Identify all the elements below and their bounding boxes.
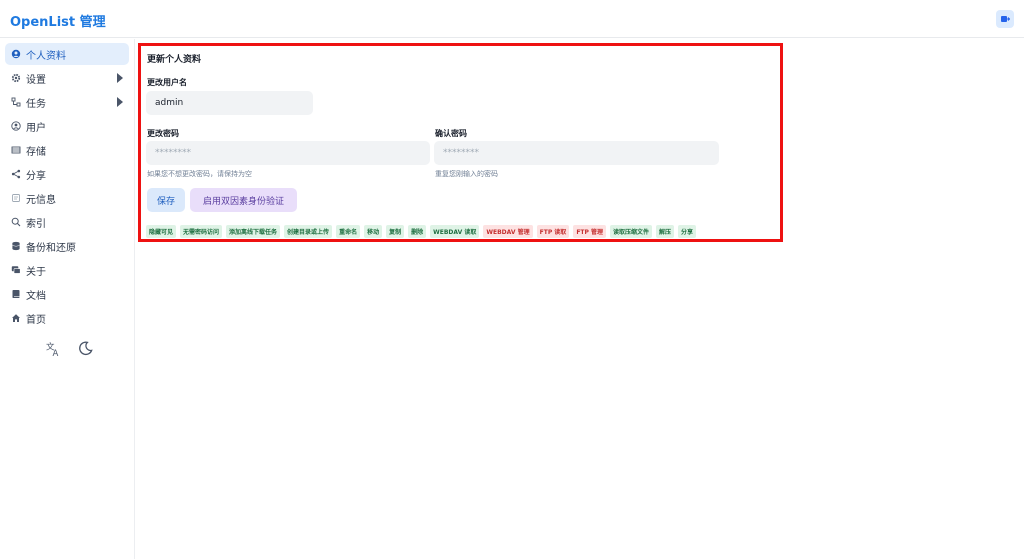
- sidebar-item-label: 任务: [26, 98, 46, 110]
- sidebar-item-storage[interactable]: 存储: [5, 139, 129, 161]
- sidebar-item-label: 设置: [26, 74, 46, 86]
- permission-tag: 解压: [656, 225, 675, 238]
- sidebar-item-users[interactable]: 用户: [5, 115, 129, 137]
- dark-mode-toggle-icon[interactable]: [76, 339, 94, 357]
- user-icon: [10, 121, 21, 132]
- password-label: 更改密码: [147, 129, 179, 138]
- user-circle-icon: [10, 49, 21, 60]
- expand-caret-icon[interactable]: [117, 97, 123, 107]
- sidebar-item-label: 备份和还原: [26, 242, 76, 254]
- sidebar-tools: 文A: [44, 339, 94, 357]
- permission-tag: WEBDAV 管理: [483, 225, 533, 238]
- sidebar-item-share[interactable]: 分享: [5, 163, 129, 185]
- top-bar: OpenList 管理: [0, 0, 1024, 38]
- sidebar-item-profile[interactable]: 个人资料: [5, 43, 129, 65]
- meta-icon: [10, 193, 21, 204]
- permission-tag: 删除: [408, 225, 427, 238]
- permission-tag: FTP 管理: [573, 225, 606, 238]
- sidebar-item-tasks[interactable]: 任务: [5, 91, 129, 113]
- permission-tag: 创建目录或上传: [284, 225, 333, 238]
- sidebar-item-backup[interactable]: 备份和还原: [5, 235, 129, 257]
- username-label: 更改用户名: [147, 78, 187, 87]
- permission-tag: 重命名: [336, 225, 361, 238]
- password-input[interactable]: [146, 141, 430, 165]
- logout-icon: [1001, 16, 1010, 22]
- permission-tag: 读取压缩文件: [610, 225, 653, 238]
- permission-tag: 无需密码访问: [180, 225, 223, 238]
- sidebar-item-label: 存储: [26, 146, 46, 158]
- permission-tag: 分享: [678, 225, 697, 238]
- permission-tag: 移动: [364, 225, 383, 238]
- sidebar-item-label: 文档: [26, 290, 46, 302]
- username-input[interactable]: [146, 91, 313, 115]
- sidebar: 个人资料 设置 任务 用户 存储 分享 元信息 索引 备份和还原 关于 文档 首…: [0, 39, 135, 559]
- sidebar-item-label: 用户: [26, 122, 46, 134]
- permission-tags: 隐藏可见 无需密码访问 添加离线下载任务 创建目录或上传 重命名 移动 复制 删除 WEBDAV…: [146, 225, 697, 238]
- app-title[interactable]: OpenList 管理: [10, 11, 106, 30]
- enable-2fa-button[interactable]: 启用双因素身份验证: [190, 188, 297, 212]
- book-icon: [10, 289, 21, 300]
- confirm-password-label: 确认密码: [435, 129, 467, 138]
- profile-panel: 更新个人资料 更改用户名 更改密码 如果您不想更改密码，请保持为空 确认密码 重…: [138, 43, 783, 242]
- sidebar-item-about[interactable]: 关于: [5, 259, 129, 281]
- permission-tag: 添加离线下载任务: [226, 225, 281, 238]
- share-icon: [10, 169, 21, 180]
- confirm-password-input[interactable]: [434, 141, 719, 165]
- home-icon: [10, 313, 21, 324]
- logout-button[interactable]: [996, 10, 1014, 28]
- sidebar-item-label: 个人资料: [26, 50, 66, 62]
- sidebar-item-docs[interactable]: 文档: [5, 283, 129, 305]
- panel-title: 更新个人资料: [147, 55, 202, 65]
- chat-icon: [10, 265, 21, 276]
- permission-tag: FTP 读取: [536, 225, 570, 238]
- svg-text:A: A: [52, 349, 58, 357]
- sidebar-item-label: 元信息: [26, 194, 56, 206]
- search-icon: [10, 217, 21, 228]
- password-hint: 如果您不想更改密码，请保持为空: [147, 170, 252, 178]
- sidebar-item-label: 关于: [26, 266, 46, 278]
- translate-icon[interactable]: 文A: [44, 339, 62, 357]
- expand-caret-icon[interactable]: [117, 73, 123, 83]
- save-button[interactable]: 保存: [147, 188, 185, 212]
- storage-icon: [10, 145, 21, 156]
- permission-tag: 隐藏可见: [146, 225, 177, 238]
- sidebar-item-meta[interactable]: 元信息: [5, 187, 129, 209]
- permission-tag: WEBDAV 读取: [430, 225, 480, 238]
- permission-tag: 复制: [386, 225, 405, 238]
- sidebar-item-settings[interactable]: 设置: [5, 67, 129, 89]
- flow-icon: [10, 97, 21, 108]
- sidebar-item-label: 索引: [26, 218, 46, 230]
- database-icon: [10, 241, 21, 252]
- sidebar-item-label: 首页: [26, 314, 46, 326]
- sidebar-item-index[interactable]: 索引: [5, 211, 129, 233]
- sidebar-item-home[interactable]: 首页: [5, 307, 129, 329]
- sidebar-item-label: 分享: [26, 170, 46, 182]
- confirm-password-hint: 重复您刚输入的密码: [435, 170, 498, 178]
- gear-icon: [10, 73, 21, 84]
